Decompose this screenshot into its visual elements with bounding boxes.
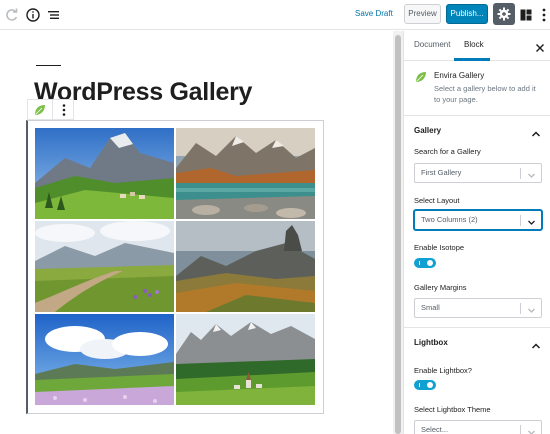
chevron-down-icon [527,426,536,434]
tab-block[interactable]: Block [464,40,484,49]
block-card-description: Select a gallery below to add it to your… [434,84,536,104]
blocks-icon[interactable] [520,8,532,26]
scrollbar-thumb[interactable] [395,35,401,434]
gallery-photo[interactable] [176,128,315,219]
gallery-photo[interactable] [35,314,174,405]
lightbox-theme-select[interactable]: Select... [414,420,542,434]
search-gallery-value: First Gallery [421,168,462,177]
search-gallery-label: Search for a Gallery [414,147,481,156]
lightbox-panel-title: Lightbox [414,338,448,347]
more-vertical-icon[interactable] [541,7,547,28]
select-layout-label: Select Layout [414,196,460,205]
gear-icon [497,7,511,21]
gallery-photo[interactable] [35,128,174,219]
block-card: Envira Gallery Select a gallery below to… [404,62,550,116]
settings-sidebar: Document Block Envira Gallery Select a g… [403,31,550,434]
lightbox-theme-value: Select... [421,425,449,434]
search-gallery-select[interactable]: First Gallery [414,163,542,183]
chevron-down-icon [527,169,536,187]
gallery-photo[interactable] [176,221,315,312]
editor-canvas: WordPress Gallery [0,31,393,434]
close-icon[interactable] [535,40,545,58]
gallery-photo[interactable] [35,221,174,312]
gallery-photo[interactable] [176,314,315,405]
enable-isotope-label: Enable Isotope [414,243,465,252]
toolbar-divider [52,100,53,119]
chevron-up-icon [531,126,541,144]
envira-leaf-icon [414,70,428,89]
gallery-margins-value: Small [421,303,440,312]
select-layout-select[interactable]: Two Columns (2) [414,210,542,230]
active-tab-indicator [454,58,490,61]
block-toolbar [27,99,74,120]
outline-icon[interactable] [46,7,62,23]
editor-top-toolbar: Save Draft Preview Publish... [0,0,550,30]
preview-button[interactable]: Preview [404,4,441,24]
sidebar-tabs: Document Block [404,31,550,61]
settings-button[interactable] [493,3,515,25]
enable-isotope-toggle[interactable] [414,258,436,268]
lightbox-theme-label: Select Lightbox Theme [414,405,491,414]
gallery-panel-title: Gallery [414,126,442,135]
enable-lightbox-label: Enable Lightbox? [414,366,472,375]
redo-icon[interactable] [4,7,20,23]
chevron-down-icon [527,216,536,234]
tab-document[interactable]: Document [414,40,450,49]
title-separator [36,65,61,66]
chevron-up-icon [531,338,541,356]
publish-button[interactable]: Publish... [446,4,488,24]
block-card-title: Envira Gallery [434,71,485,80]
chevron-down-icon [527,304,536,322]
save-draft-button[interactable]: Save Draft [355,9,393,18]
gallery-margins-label: Gallery Margins [414,283,467,292]
gallery-margins-select[interactable]: Small [414,298,542,318]
enable-lightbox-toggle[interactable] [414,380,436,390]
select-layout-value: Two Columns (2) [421,215,478,224]
editor-scrollbar[interactable] [393,31,403,434]
info-icon[interactable] [25,7,41,23]
envira-gallery-block[interactable] [26,120,324,414]
lightbox-panel-header[interactable]: Lightbox [404,327,550,357]
gallery-panel-header[interactable]: Gallery [404,116,550,146]
